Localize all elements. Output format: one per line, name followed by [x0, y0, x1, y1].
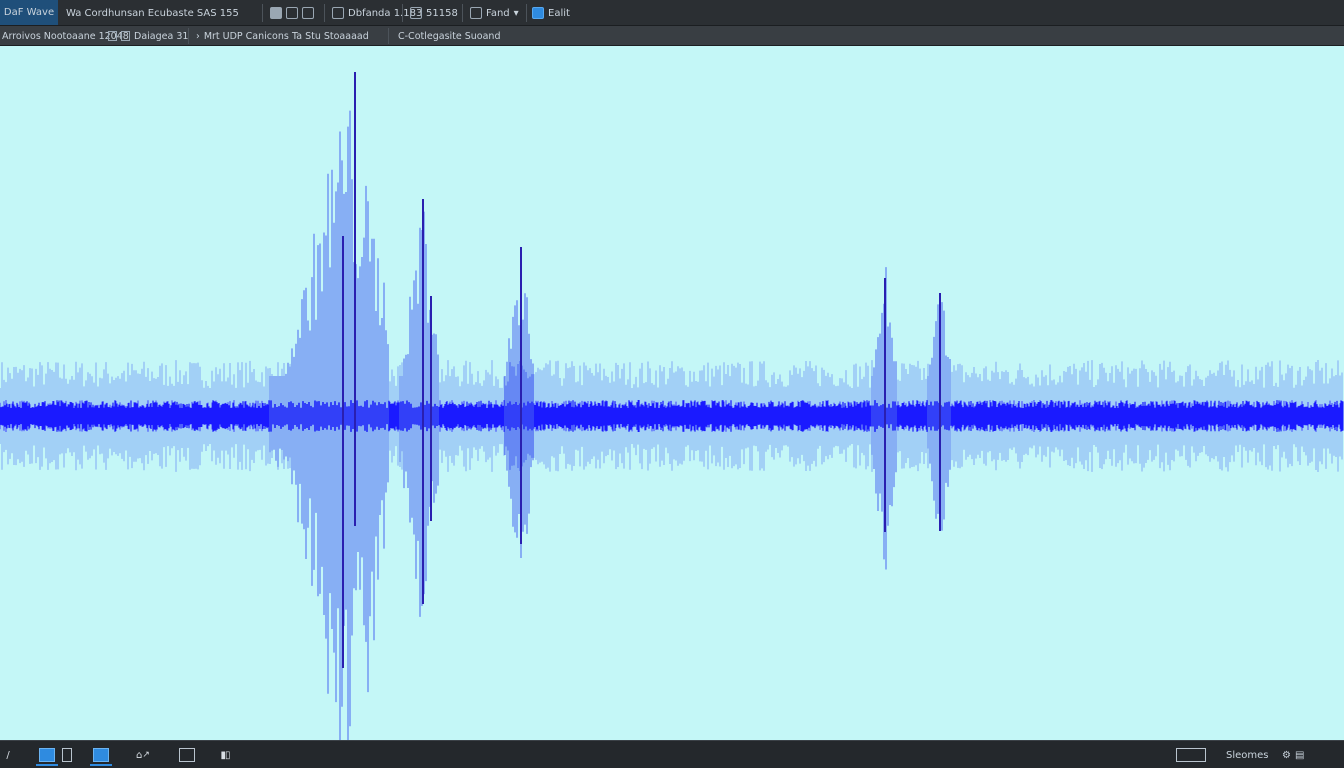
tray-settings-button[interactable]: ⚙ ▤ — [1282, 746, 1304, 764]
tray-label: Sleomes — [1226, 749, 1269, 761]
toolbar-group-1[interactable]: Wa Cordhunsan Ecubaste SAS 155 — [66, 3, 239, 23]
file-icon — [108, 31, 117, 41]
secondary-item-4[interactable]: Ta Stu Stoaaaad — [292, 28, 369, 44]
waveform-canvas[interactable] — [0, 46, 1344, 740]
document-icon — [470, 7, 482, 19]
secondary-item-5[interactable]: C-Cotlegasite Suoand — [398, 28, 500, 44]
chevron-right-icon: › — [196, 30, 200, 42]
toolbar-divider — [462, 4, 463, 22]
main-toolbar: DaF Wave Wa Cordhunsan Ecubaste SAS 155 … — [0, 0, 1344, 26]
taskbar-app-5[interactable] — [176, 746, 198, 764]
waveform-svg — [0, 72, 1344, 740]
file-icon — [332, 7, 344, 19]
settings-icon: ⚙ — [1282, 749, 1291, 761]
secondary-item-5-label: C-Cotlegasite Suoand — [398, 30, 501, 42]
taskbar-app-6[interactable]: ▮▯ — [214, 746, 236, 764]
toolbar-divider — [526, 4, 527, 22]
taskbar-app-4[interactable]: ⌂ ↗ — [128, 746, 158, 764]
toolbar-divider — [324, 4, 325, 22]
record-icon[interactable] — [286, 7, 298, 19]
waveform-burst-3 — [504, 264, 534, 558]
arrow-icon: ↗ — [142, 750, 150, 760]
monitor-icon — [39, 748, 55, 762]
toolbar-group-2[interactable] — [270, 3, 314, 23]
document-icon — [93, 748, 109, 762]
toolbar-group-5-label: Fand — [486, 7, 510, 19]
toolbar-group-5[interactable]: Fand ▾ — [470, 3, 519, 23]
secondary-toolbar: Arroivos Nootoaane 12048 Daiagea 31 › Mr… — [0, 26, 1344, 46]
pen-icon[interactable]: / — [2, 746, 14, 764]
chevron-down-icon[interactable]: ▾ — [514, 8, 519, 19]
taskbar-app-3[interactable] — [90, 746, 112, 766]
taskbar-app-2[interactable] — [60, 746, 74, 764]
app-menu-button[interactable]: DaF Wave — [0, 0, 58, 25]
secondary-item-2-label: Daiagea 31 — [134, 30, 189, 42]
secondary-item-4-label: Ta Stu Stoaaaad — [292, 30, 369, 42]
toolbar-divider — [402, 4, 403, 22]
toolbar-group-3[interactable]: Dbfanda 1.183 — [332, 3, 422, 23]
toolbar-group-6-label: Ealit — [548, 7, 570, 19]
secondary-divider — [388, 28, 389, 44]
stop-icon[interactable] — [270, 7, 282, 19]
file-icon — [121, 31, 130, 41]
screen-icon — [179, 748, 195, 762]
chart-icon: ▮▯ — [220, 749, 230, 761]
window-icon[interactable] — [302, 7, 314, 19]
secondary-item-2[interactable]: Daiagea 31 — [108, 28, 188, 44]
secondary-item-3-label: Mrt UDP Canicons — [203, 30, 289, 42]
waveform-view-icon[interactable] — [532, 7, 544, 19]
tray-display-button[interactable] — [1176, 746, 1206, 764]
window-icon — [62, 748, 72, 762]
secondary-item-3[interactable]: › Mrt UDP Canicons — [196, 28, 289, 44]
grid-icon — [410, 7, 422, 19]
toolbar-group-6[interactable]: Ealit — [532, 3, 570, 23]
toolbar-divider — [262, 4, 263, 22]
toolbar-group-4-label: 51158 — [426, 7, 458, 19]
toolbar-group-4[interactable]: 51158 — [410, 3, 458, 23]
tray-label-button[interactable]: Sleomes — [1226, 746, 1269, 764]
app-menu-label: DaF Wave — [3, 7, 55, 18]
taskbar: / ⌂ ↗ ▮▯ Sleomes ⚙ ▤ — [0, 740, 1344, 768]
toolbar-group-1-label: Wa Cordhunsan Ecubaste SAS 155 — [66, 7, 239, 19]
display-icon — [1176, 748, 1206, 762]
taskbar-app-1[interactable] — [36, 746, 58, 766]
network-icon: ▤ — [1294, 749, 1305, 761]
secondary-divider — [188, 28, 189, 44]
